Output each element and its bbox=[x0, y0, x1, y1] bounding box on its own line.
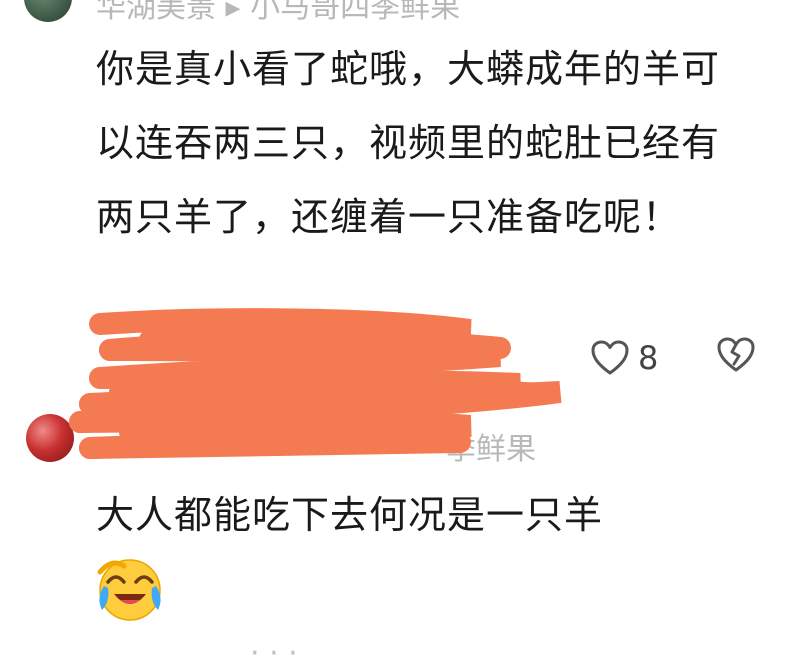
footer-dots: · · · bbox=[250, 636, 298, 671]
like-count: 8 bbox=[638, 339, 659, 377]
commenter-avatar[interactable] bbox=[26, 414, 74, 462]
broken-heart-icon bbox=[717, 337, 755, 372]
commenter-avatar[interactable] bbox=[24, 0, 72, 22]
laughing-crying-emoji bbox=[97, 559, 161, 621]
comment-footer-partial: · · · bbox=[250, 636, 298, 671]
comment-text: 大人都能吃下去何况是一只羊 bbox=[96, 493, 604, 537]
heart-icon bbox=[591, 340, 629, 375]
comment-meta[interactable]: 华湖美景 ▸ 小马哥四季鲜果 bbox=[96, 0, 460, 26]
comment-text: 你是真小看了蛇哦，大蟒成年的羊可以连吞两三只，视频里的蛇肚已经有两只羊了，还缠着… bbox=[96, 47, 721, 239]
dislike-button[interactable] bbox=[716, 336, 756, 374]
comment-meta[interactable]: 季鲜果 bbox=[446, 424, 536, 468]
like-button[interactable]: 8 bbox=[590, 334, 658, 382]
